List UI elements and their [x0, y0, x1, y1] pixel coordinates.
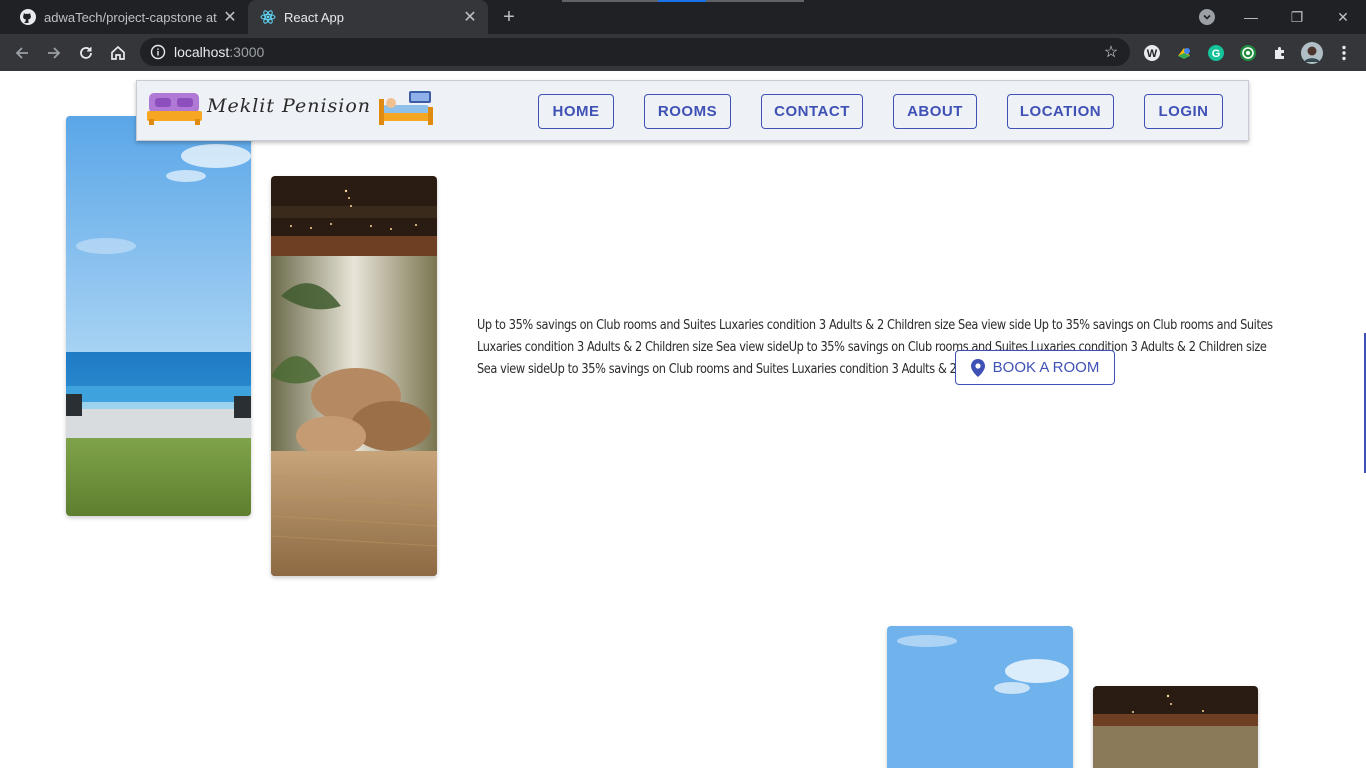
nav-contact-button[interactable]: CONTACT	[761, 94, 863, 129]
nav-login-button[interactable]: LOGIN	[1144, 94, 1223, 129]
tab-title: React App	[284, 9, 344, 25]
nav-rooms-button[interactable]: ROOMS	[644, 94, 731, 129]
close-tab-icon[interactable]: ✕	[460, 7, 480, 27]
close-window-icon[interactable]: ✕	[1320, 0, 1366, 34]
minimize-icon[interactable]: —	[1228, 0, 1274, 34]
star-icon[interactable]: ☆	[1102, 43, 1120, 61]
browser-toolbar: localhost:3000 ☆ W G	[0, 34, 1366, 71]
tab-github[interactable]: adwaTech/project-capstone at n ✕	[8, 0, 248, 34]
pool-image	[887, 626, 1073, 768]
close-tab-icon[interactable]: ✕	[220, 7, 240, 27]
promo-text: Up to 35% savings on Club rooms and Suit…	[477, 318, 1273, 377]
svg-text:G: G	[1212, 48, 1221, 60]
tab-search-icon[interactable]	[1199, 9, 1215, 25]
browser-tab-bar: adwaTech/project-capstone at n ✕ React A…	[0, 0, 1366, 34]
bed-logo-icon	[147, 93, 202, 125]
new-tab-icon[interactable]: +	[498, 6, 520, 28]
logo-text: Meklit Penision	[207, 95, 372, 117]
logo[interactable]: Meklit Penision	[147, 87, 437, 127]
extension-colorful-icon[interactable]	[1174, 43, 1194, 63]
extensions-icon[interactable]	[1270, 43, 1290, 63]
tab-title: adwaTech/project-capstone at n	[44, 9, 220, 25]
menu-icon[interactable]	[1334, 43, 1354, 63]
nav-location-button[interactable]: LOCATION	[1007, 94, 1114, 129]
loading-indicator	[562, 0, 804, 2]
bedroom-image	[1093, 686, 1258, 768]
book-room-label: BOOK A ROOM	[992, 359, 1100, 376]
pool-image	[66, 116, 251, 516]
extension-w-icon[interactable]: W	[1142, 43, 1162, 63]
extension-target-icon[interactable]	[1238, 43, 1258, 63]
grammarly-icon[interactable]: G	[1206, 43, 1226, 63]
github-icon	[20, 9, 36, 25]
nav-home-button[interactable]: HOME	[538, 94, 614, 129]
svg-text:W: W	[1147, 48, 1158, 60]
address-bar[interactable]: localhost:3000 ☆	[140, 38, 1130, 66]
site-header: Meklit Penision HOME ROOMS CONTACT ABOUT…	[136, 80, 1249, 141]
url-host: localhost	[174, 44, 230, 60]
book-room-button[interactable]: BOOK A ROOM	[955, 350, 1115, 385]
url-text[interactable]: localhost:3000	[174, 44, 264, 60]
tab-react-app[interactable]: React App ✕	[248, 0, 488, 34]
sleeping-logo-icon	[379, 91, 433, 125]
web-page: Meklit Penision HOME ROOMS CONTACT ABOUT…	[0, 71, 1366, 768]
nav-about-button[interactable]: ABOUT	[893, 94, 977, 129]
back-icon[interactable]	[9, 40, 35, 66]
info-icon[interactable]	[150, 44, 166, 60]
home-icon[interactable]	[105, 40, 131, 66]
url-port: :3000	[229, 44, 265, 60]
avatar[interactable]	[1301, 42, 1323, 64]
react-icon	[260, 9, 276, 25]
forward-icon[interactable]	[41, 40, 67, 66]
restore-icon[interactable]: ❐	[1274, 0, 1320, 34]
reload-icon[interactable]	[73, 40, 99, 66]
bedroom-image	[271, 176, 437, 576]
location-pin-icon	[970, 358, 985, 377]
